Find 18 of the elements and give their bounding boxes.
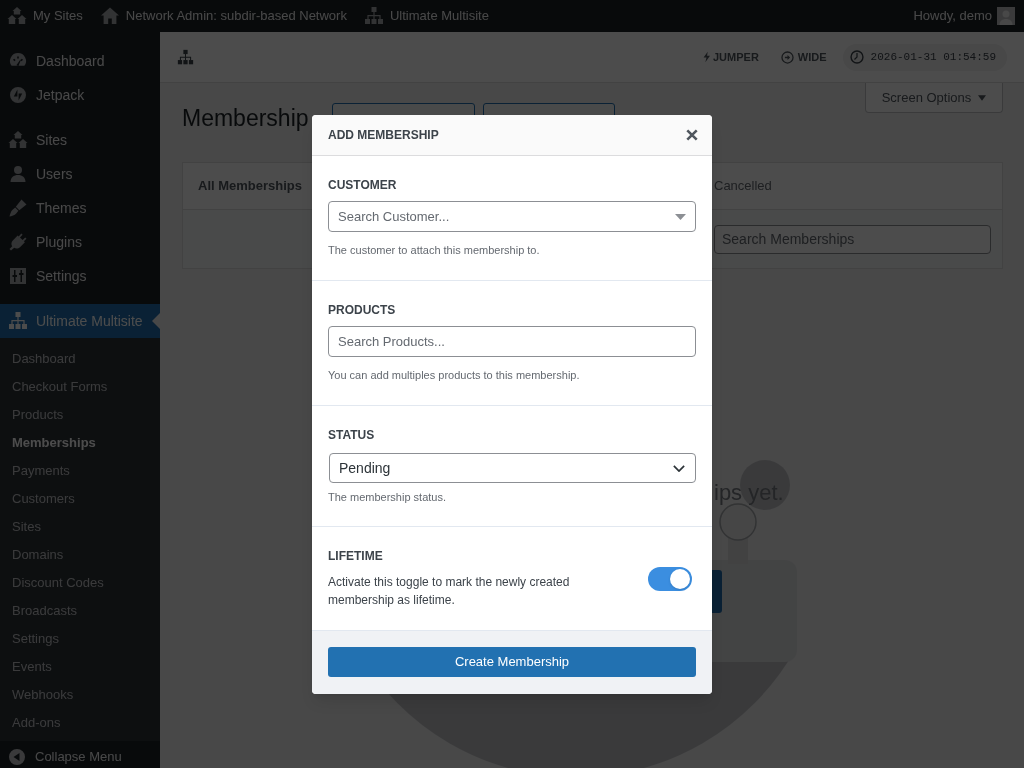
customer-select[interactable]: Search Customer... xyxy=(328,201,696,232)
modal-title: ADD MEMBERSHIP xyxy=(328,127,439,144)
status-select[interactable]: Pending xyxy=(329,453,696,483)
field-label: CUSTOMER xyxy=(328,178,398,192)
page-title: Membership xyxy=(182,104,310,133)
help-text: You can add multiples products to this membership. xyxy=(328,368,581,383)
field-label: STATUS xyxy=(328,428,376,442)
toggle-description: Activate this toggle to mark the newly created membership as lifetime. xyxy=(328,574,571,609)
create-membership-button[interactable]: Create Membership xyxy=(328,647,696,677)
close-icon[interactable] xyxy=(686,129,698,141)
search-field[interactable]: Search Products... xyxy=(328,326,696,357)
field-label: LIFETIME xyxy=(328,549,384,563)
lifetime-toggle[interactable] xyxy=(648,567,692,591)
field-label: PRODUCTS xyxy=(328,303,397,317)
help-text: The customer to attach this membership to. xyxy=(328,243,541,258)
caret-down-icon xyxy=(675,214,686,220)
help-text: The membership status. xyxy=(328,490,447,505)
chevron-down-icon xyxy=(673,464,685,472)
